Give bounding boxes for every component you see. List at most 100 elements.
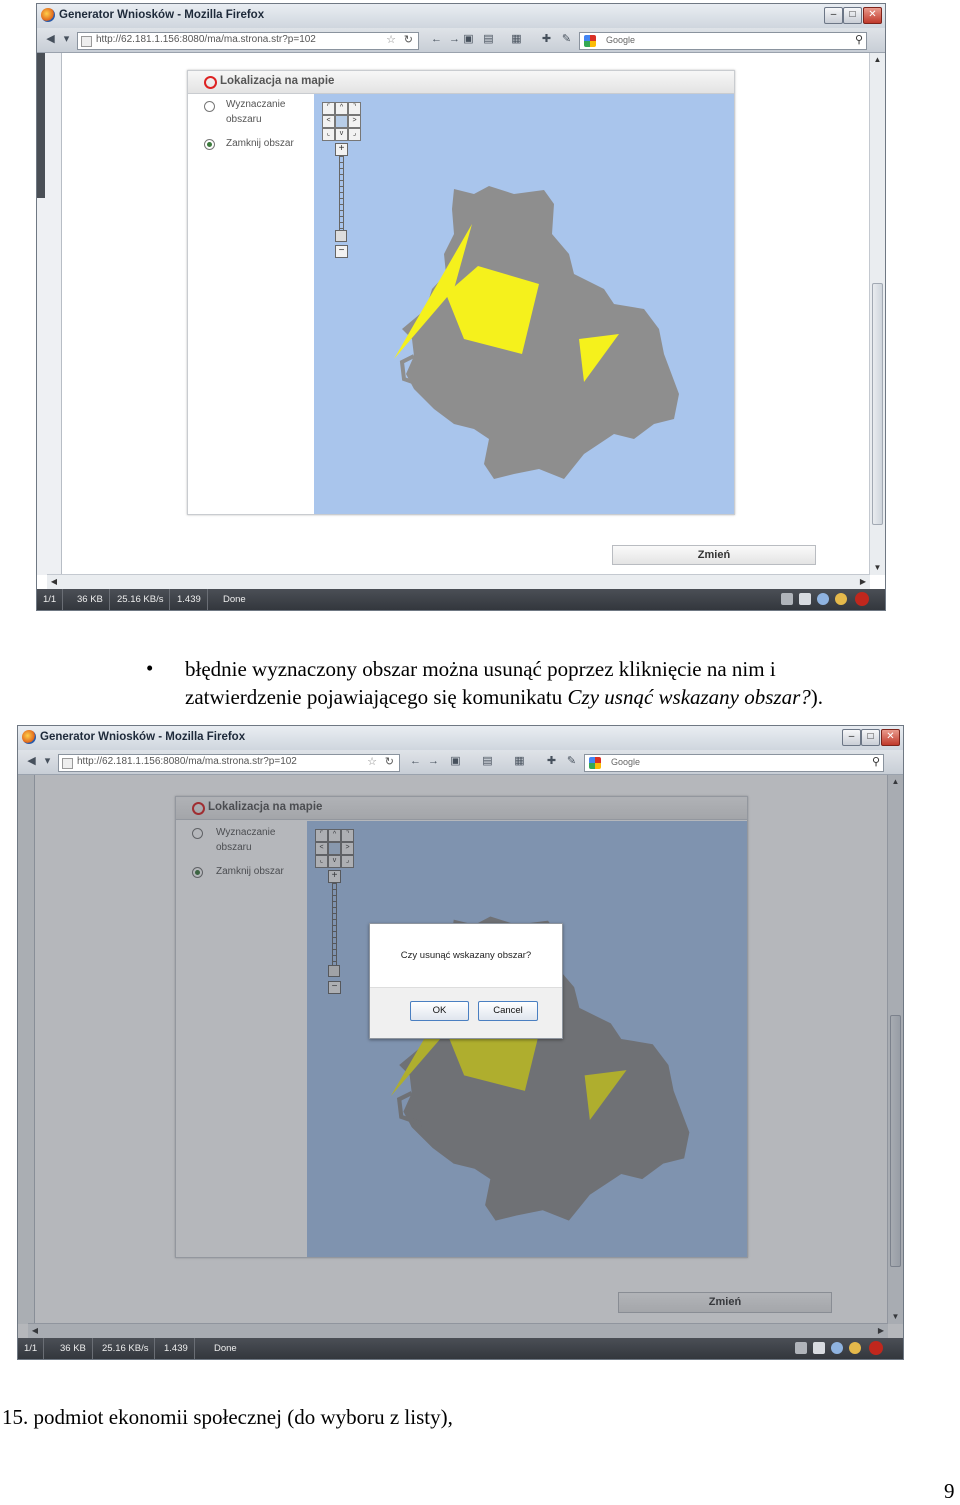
bookmark-icon[interactable]: ▣ (461, 32, 476, 47)
pan-up-icon[interactable]: ^ (335, 102, 348, 115)
search-box-2[interactable]: Google ⚲ (584, 754, 884, 772)
back-arrow-icon[interactable]: ← (408, 754, 423, 769)
pan-left-icon[interactable]: < (322, 115, 335, 128)
option-close-area[interactable]: Zamknij obszar (226, 136, 294, 151)
cancel-button[interactable]: Cancel (478, 1001, 538, 1021)
wrench-icon[interactable] (795, 1342, 807, 1354)
search-icon[interactable]: ⚲ (855, 33, 863, 46)
zoom-in-icon[interactable]: + (335, 143, 348, 156)
bookmark-icon[interactable]: ▣ (448, 754, 463, 769)
wrench-icon[interactable] (781, 593, 793, 605)
abp-icon[interactable] (855, 592, 869, 606)
pan-sw-icon[interactable]: ⌞ (322, 128, 335, 141)
star-icon[interactable]: ☆ (386, 33, 396, 46)
forward-arrow-icon[interactable]: → (426, 754, 441, 769)
status-state: Done (214, 1343, 237, 1354)
map-svg[interactable] (314, 94, 734, 514)
addon-status-icon[interactable] (835, 593, 847, 605)
zoom-handle[interactable] (335, 230, 347, 242)
reload-icon[interactable]: ↻ (385, 755, 394, 768)
pan-right-icon[interactable]: > (348, 115, 361, 128)
addon-icon[interactable]: ✚ (544, 754, 559, 769)
change-button[interactable]: Zmień (612, 545, 816, 565)
addon-status-icon[interactable] (849, 1342, 861, 1354)
close-icon[interactable]: ✕ (863, 7, 882, 24)
scroll-left-icon[interactable]: ◀ (47, 575, 61, 589)
horizontal-scrollbar[interactable]: ◀ ▶ (47, 574, 870, 589)
download-icon[interactable] (799, 593, 811, 605)
ok-button[interactable]: OK (410, 1001, 469, 1021)
bullet-line-2: zatwierdzenie pojawiającego się komunika… (185, 684, 823, 711)
url-text-2: http://62.181.1.156:8080/ma/ma.strona.st… (77, 756, 297, 767)
pan-nw-icon[interactable]: ⌜ (322, 102, 335, 115)
google-icon (584, 35, 596, 47)
panel-header: Lokalizacja na mapie (188, 71, 734, 94)
forward-arrow-icon[interactable]: → (447, 32, 462, 47)
grid-icon[interactable]: ▦ (509, 32, 524, 47)
panel-title: Lokalizacja na mapie (220, 75, 335, 87)
url-bar[interactable]: http://62.181.1.156:8080/ma/ma.strona.st… (77, 32, 419, 50)
modal-overlay (18, 775, 903, 1338)
addon-icon[interactable]: ✚ (539, 32, 554, 47)
radio-close-area[interactable] (204, 139, 215, 150)
scroll-thumb[interactable] (872, 283, 883, 525)
map-view[interactable]: ⌜ ^ ⌝ < > ⌞ v ⌟ + − (314, 94, 734, 514)
grid-icon[interactable]: ▦ (512, 754, 527, 769)
scroll-down-icon[interactable]: ▼ (870, 561, 885, 575)
sidebar-dark-strip (37, 53, 45, 198)
firefox-logo-icon (41, 8, 55, 22)
pan-down-icon[interactable]: v (335, 128, 348, 141)
bullet-line-1: błędnie wyznaczony obszar można usunąć p… (185, 657, 776, 681)
status-time: 1.439 (158, 1338, 195, 1359)
back-arrow-icon[interactable]: ← (429, 32, 444, 47)
pan-se-icon[interactable]: ⌟ (348, 128, 361, 141)
bullet-icon: • (146, 656, 154, 680)
dialog-message: Czy usunąć wskazany obszar? (400, 950, 532, 961)
search-icon[interactable]: ⚲ (872, 755, 880, 768)
zoom-slider[interactable] (339, 156, 344, 230)
save-icon[interactable]: ▤ (481, 32, 496, 47)
bullet-line-2-italic: Czy usnąć wskazany obszar? (567, 685, 811, 709)
title-bar: Generator Wniosków - Mozilla Firefox – □… (37, 4, 885, 28)
maximize-icon[interactable]: □ (861, 729, 880, 746)
minimize-icon[interactable]: – (842, 729, 861, 746)
url-text: http://62.181.1.156:8080/ma/ma.strona.st… (96, 34, 316, 45)
pan-center-icon[interactable] (335, 115, 348, 128)
option-define-area[interactable]: Wyznaczanie obszaru (226, 97, 285, 127)
back-icon[interactable]: ◀ (24, 754, 39, 769)
scroll-right-icon[interactable]: ▶ (856, 575, 870, 589)
status-size: 36 KB (54, 1338, 93, 1359)
vertical-scrollbar[interactable]: ▲ ▼ (869, 53, 885, 575)
url-bar-2[interactable]: http://62.181.1.156:8080/ma/ma.strona.st… (58, 754, 400, 772)
radio-define-area[interactable] (204, 101, 215, 112)
status-state: Done (223, 594, 246, 605)
dropdown-icon[interactable]: ▾ (59, 32, 74, 47)
reload-icon[interactable]: ↻ (404, 33, 413, 46)
pan-ne-icon[interactable]: ⌝ (348, 102, 361, 115)
abp-icon[interactable] (869, 1341, 883, 1355)
dialog-button-row: OK Cancel (370, 987, 562, 1038)
confirm-dialog: Czy usunąć wskazany obszar? OK Cancel (369, 923, 563, 1039)
save-icon[interactable]: ▤ (480, 754, 495, 769)
window-title: Generator Wniosków - Mozilla Firefox (59, 9, 265, 21)
zoom-out-icon[interactable]: − (335, 245, 348, 258)
brush-icon[interactable]: ✎ (559, 32, 574, 47)
shield-icon[interactable] (831, 1342, 843, 1354)
brush-icon[interactable]: ✎ (564, 754, 579, 769)
dropdown-icon[interactable]: ▾ (40, 754, 55, 769)
search-placeholder-2: Google (611, 757, 641, 767)
list-item-15: 15. podmiot ekonomii społecznej (do wybo… (2, 1405, 453, 1429)
download-icon[interactable] (813, 1342, 825, 1354)
back-icon[interactable]: ◀ (43, 32, 58, 47)
status-bar: 1/1 36 KB 25.16 KB/s 1.439 Done (37, 589, 885, 610)
star-icon[interactable]: ☆ (367, 755, 377, 768)
close-icon[interactable]: ✕ (881, 729, 900, 746)
minimize-icon[interactable]: – (824, 7, 843, 24)
location-panel: Lokalizacja na mapie Wyznaczanie obszaru … (187, 70, 735, 515)
window-title-2: Generator Wniosków - Mozilla Firefox (40, 731, 246, 743)
maximize-icon[interactable]: □ (843, 7, 862, 24)
search-box[interactable]: Google ⚲ (579, 32, 867, 50)
page-content: ▲ ▼ ◀ ▶ Lokalizacja na mapie Wyznaczanie… (37, 53, 885, 589)
shield-icon[interactable] (817, 593, 829, 605)
scroll-up-icon[interactable]: ▲ (870, 53, 885, 67)
